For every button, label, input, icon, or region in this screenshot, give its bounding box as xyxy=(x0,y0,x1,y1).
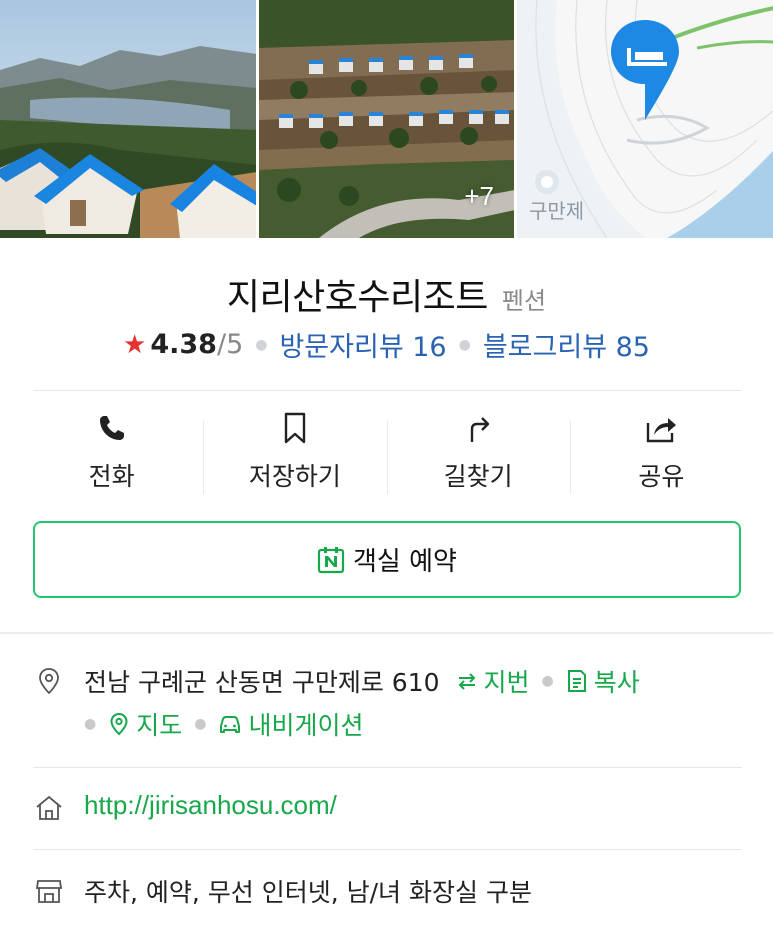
phone-icon xyxy=(99,416,124,440)
call-button[interactable]: 전화 xyxy=(20,402,203,502)
navigation-label: 내비게이션 xyxy=(248,711,364,740)
call-label: 전화 xyxy=(88,462,135,491)
address-row: 전남 구례군 산동면 구만제로 610 지번 ● 복사 xyxy=(84,663,640,699)
separator-dot: ● xyxy=(458,336,471,353)
room-reservation-label: 객실 예약 xyxy=(353,547,457,577)
visitor-reviews-link[interactable]: 방문자리뷰 16 xyxy=(279,325,446,364)
section-divider xyxy=(0,632,773,634)
save-label: 저장하기 xyxy=(248,462,341,491)
share-button[interactable]: 공유 xyxy=(569,402,753,502)
copy-label: 복사 xyxy=(593,668,640,697)
action-bar: 전화 저장하기 길찾기 공유 xyxy=(20,402,753,502)
separator-dot: ● xyxy=(541,673,554,689)
amenities-text: 주차, 예약, 무선 인터넷, 남/녀 화장실 구분 xyxy=(84,878,532,907)
star-icon: ★ xyxy=(123,329,147,360)
directions-label: 길찾기 xyxy=(443,462,513,491)
jibun-label: 지번 xyxy=(483,668,530,697)
home-icon xyxy=(36,795,62,820)
jibun-toggle[interactable]: 지번 xyxy=(456,663,530,699)
naver-n-icon xyxy=(317,546,345,573)
car-icon xyxy=(220,716,241,733)
map-label: 지도 xyxy=(136,711,183,740)
copy-icon xyxy=(567,670,586,692)
address-links-row: ● 지도 ● 내비게이션 xyxy=(84,706,363,742)
map-thumbnail[interactable]: 구만제 xyxy=(517,0,773,238)
divider xyxy=(33,390,742,391)
photo-strip: +7 구만제 xyxy=(0,0,773,238)
map-place-label: 구만제 xyxy=(529,199,585,223)
separator-dot: ● xyxy=(84,716,97,732)
bookmark-icon xyxy=(284,412,306,444)
directions-icon xyxy=(470,417,490,442)
map-pin-icon xyxy=(110,712,128,736)
photo-lake-cabins[interactable] xyxy=(0,0,256,238)
separator-dot: ● xyxy=(255,336,268,353)
room-reservation-button[interactable]: 객실 예약 xyxy=(33,521,741,598)
divider xyxy=(33,849,742,850)
share-label: 공유 xyxy=(638,462,685,491)
blog-reviews-link[interactable]: 블로그리뷰 85 xyxy=(483,325,650,364)
copy-address-button[interactable]: 복사 xyxy=(566,663,640,699)
rating-score: 4.38 xyxy=(150,329,217,360)
rating-row: ★ 4.38 /5 ● 방문자리뷰 16 ● 블로그리뷰 85 xyxy=(0,325,773,364)
separator-dot: ● xyxy=(194,716,207,732)
place-header: 지리산호수리조트 펜션 xyxy=(0,268,773,320)
save-button[interactable]: 저장하기 xyxy=(203,402,386,502)
map-link[interactable]: 지도 xyxy=(108,706,182,742)
more-photos-count[interactable]: +7 xyxy=(464,181,494,212)
directions-button[interactable]: 길찾기 xyxy=(386,402,570,502)
photo-aerial-view[interactable]: +7 xyxy=(259,0,514,238)
place-category: 펜션 xyxy=(501,287,547,315)
photo-lake-cabins-image xyxy=(0,0,256,238)
rating-max: /5 xyxy=(216,329,244,360)
website-link[interactable]: http://jirisanhosu.com/ xyxy=(84,790,337,821)
store-icon xyxy=(35,880,63,903)
navigation-link[interactable]: 내비게이션 xyxy=(218,706,363,742)
swap-arrows-icon xyxy=(458,673,475,690)
location-pin-icon xyxy=(39,668,59,695)
place-name: 지리산호수리조트 xyxy=(226,277,488,318)
address-text: 전남 구례군 산동면 구만제로 610 xyxy=(84,668,440,697)
share-icon xyxy=(647,418,677,443)
divider xyxy=(33,767,742,768)
